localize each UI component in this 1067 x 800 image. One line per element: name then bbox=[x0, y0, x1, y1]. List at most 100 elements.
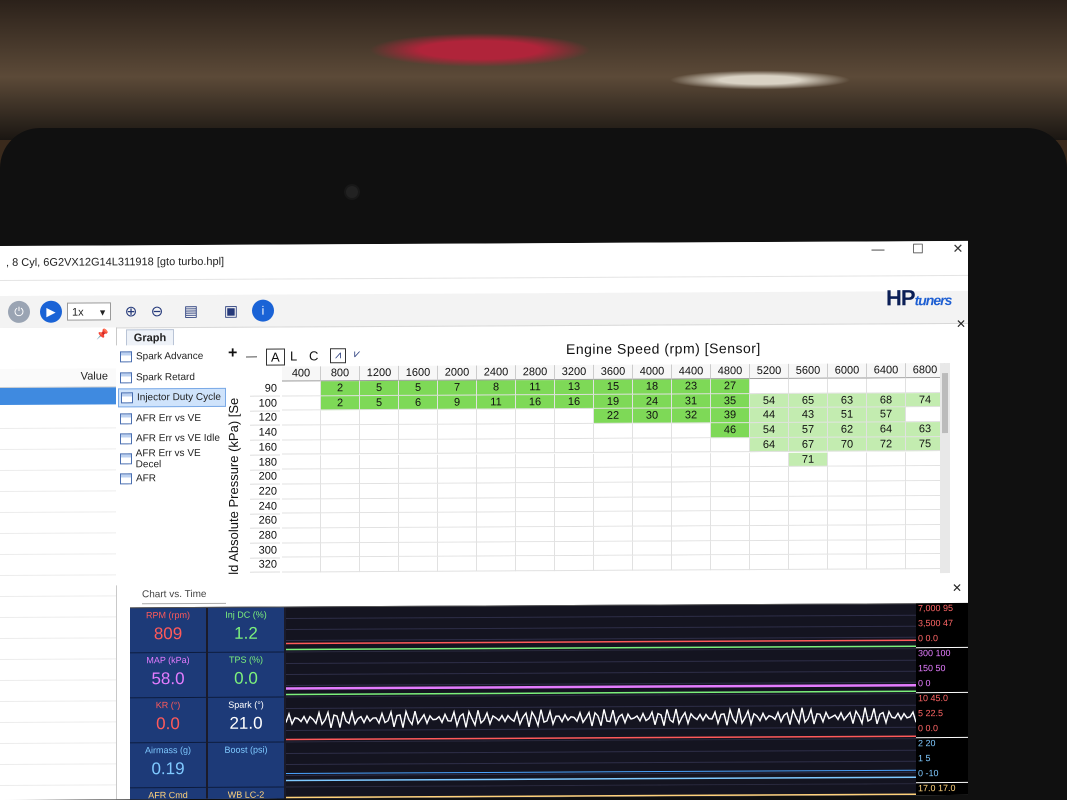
table-cell[interactable] bbox=[750, 540, 789, 556]
list-item[interactable] bbox=[0, 722, 116, 744]
table-cell[interactable] bbox=[399, 542, 438, 558]
table-cell[interactable] bbox=[633, 526, 672, 542]
table-cell[interactable] bbox=[828, 378, 867, 394]
table-cell[interactable] bbox=[516, 409, 555, 425]
table-cell[interactable] bbox=[789, 496, 828, 512]
table-cell[interactable]: 30 bbox=[633, 408, 672, 424]
gauge[interactable]: Inj DC (%) 1.2 bbox=[208, 607, 284, 653]
table-cell[interactable] bbox=[750, 525, 789, 541]
table-cell[interactable] bbox=[399, 483, 438, 499]
table-cell[interactable] bbox=[399, 557, 438, 572]
table-cell[interactable] bbox=[477, 512, 516, 528]
table-cell[interactable] bbox=[711, 467, 750, 483]
table-cell[interactable] bbox=[867, 539, 906, 555]
trace-plot[interactable] bbox=[286, 649, 916, 698]
info-icon[interactable]: i bbox=[252, 299, 274, 322]
table-cell[interactable] bbox=[594, 556, 633, 571]
playback-rate-select[interactable]: 1x ▼ bbox=[67, 302, 111, 321]
table-cell[interactable]: 68 bbox=[867, 392, 906, 408]
table-cell[interactable] bbox=[477, 409, 516, 425]
list-item[interactable] bbox=[0, 680, 116, 702]
table-cell[interactable] bbox=[477, 527, 516, 543]
list-item[interactable] bbox=[0, 449, 116, 471]
table-cell[interactable] bbox=[789, 378, 828, 394]
table-cell[interactable]: 22 bbox=[594, 409, 633, 424]
save-icon[interactable]: ▣ bbox=[220, 300, 242, 322]
table-cell[interactable] bbox=[516, 424, 555, 440]
table-cell[interactable] bbox=[282, 469, 321, 485]
table-cell[interactable] bbox=[594, 453, 633, 469]
table-cell[interactable] bbox=[282, 543, 321, 558]
table-cell[interactable] bbox=[750, 378, 789, 394]
table-cell[interactable]: 8 bbox=[477, 380, 516, 396]
list-item[interactable] bbox=[0, 743, 116, 765]
table-cell[interactable]: 64 bbox=[750, 437, 789, 453]
table-cell[interactable] bbox=[399, 468, 438, 484]
table-scrollbar[interactable] bbox=[940, 363, 950, 574]
add-button[interactable]: + bbox=[228, 345, 237, 363]
table-cell[interactable] bbox=[438, 409, 477, 425]
table-cell[interactable] bbox=[867, 451, 906, 467]
table-cell[interactable] bbox=[750, 452, 789, 468]
table-cell[interactable] bbox=[711, 437, 750, 453]
table-cell[interactable] bbox=[438, 556, 477, 572]
table-cell[interactable] bbox=[321, 469, 360, 485]
close-button[interactable]: ✕ bbox=[938, 241, 968, 259]
table-cell[interactable] bbox=[516, 468, 555, 484]
trace-plot[interactable] bbox=[286, 739, 916, 788]
power-icon[interactable]: ⏻ bbox=[8, 300, 30, 323]
table-cell[interactable] bbox=[438, 454, 477, 469]
table-cell[interactable] bbox=[555, 541, 594, 557]
table-cell[interactable]: 16 bbox=[516, 394, 555, 410]
table-cell[interactable] bbox=[828, 540, 867, 556]
gauge[interactable]: TPS (%) 0.0 bbox=[208, 652, 284, 698]
table-cell[interactable]: 11 bbox=[516, 380, 555, 395]
table-cell[interactable] bbox=[477, 497, 516, 513]
table-cell[interactable] bbox=[750, 481, 789, 497]
table-cell[interactable] bbox=[789, 525, 828, 541]
list-item[interactable] bbox=[0, 512, 116, 534]
table-cell[interactable] bbox=[672, 467, 711, 483]
table-cell[interactable] bbox=[672, 496, 711, 512]
table-cell[interactable]: 35 bbox=[711, 393, 750, 409]
table-cell[interactable]: 54 bbox=[750, 393, 789, 409]
table-cell[interactable] bbox=[828, 525, 867, 541]
minimize-button[interactable]: — bbox=[858, 241, 898, 259]
histogram-item-afr-err-vs-ve[interactable]: AFR Err vs VE bbox=[118, 409, 226, 429]
table-cell[interactable]: 5 bbox=[399, 380, 438, 396]
table-cell[interactable] bbox=[750, 496, 789, 512]
table-cell[interactable] bbox=[438, 483, 477, 499]
table-cell[interactable] bbox=[633, 423, 672, 439]
table-cell[interactable] bbox=[438, 424, 477, 440]
list-item[interactable] bbox=[0, 554, 116, 576]
table-cell[interactable] bbox=[594, 482, 633, 498]
gauge[interactable]: AFR Cmd bbox=[130, 787, 206, 800]
zoom-in-icon[interactable]: ⊕ bbox=[120, 300, 142, 322]
table-cell[interactable] bbox=[828, 496, 867, 511]
table-cell[interactable] bbox=[282, 513, 321, 529]
table-cell[interactable] bbox=[477, 468, 516, 484]
table-cell[interactable] bbox=[321, 557, 360, 573]
table-cell[interactable] bbox=[555, 526, 594, 542]
table-cell[interactable]: 65 bbox=[789, 393, 828, 409]
table-cell[interactable] bbox=[867, 495, 906, 511]
table-cell[interactable] bbox=[594, 467, 633, 483]
table-cell[interactable] bbox=[594, 541, 633, 557]
table-cell[interactable] bbox=[321, 425, 360, 441]
table-cell[interactable] bbox=[828, 554, 867, 570]
table-cell[interactable] bbox=[516, 453, 555, 469]
table-cell[interactable] bbox=[828, 451, 867, 467]
table-cell[interactable] bbox=[594, 526, 633, 542]
list-item[interactable] bbox=[0, 533, 116, 555]
selected-channel-row[interactable] bbox=[0, 387, 116, 405]
table-cell[interactable] bbox=[321, 439, 360, 455]
table-cell[interactable] bbox=[633, 452, 672, 468]
table-cell[interactable]: 67 bbox=[789, 437, 828, 453]
table-cell[interactable] bbox=[672, 482, 711, 498]
table-cell[interactable] bbox=[828, 466, 867, 482]
table-cell[interactable] bbox=[360, 469, 399, 484]
histogram-item-spark-retard[interactable]: Spark Retard bbox=[118, 368, 226, 388]
table-cell[interactable] bbox=[828, 481, 867, 497]
table-cell[interactable] bbox=[360, 454, 399, 470]
table-cell[interactable] bbox=[282, 557, 321, 573]
